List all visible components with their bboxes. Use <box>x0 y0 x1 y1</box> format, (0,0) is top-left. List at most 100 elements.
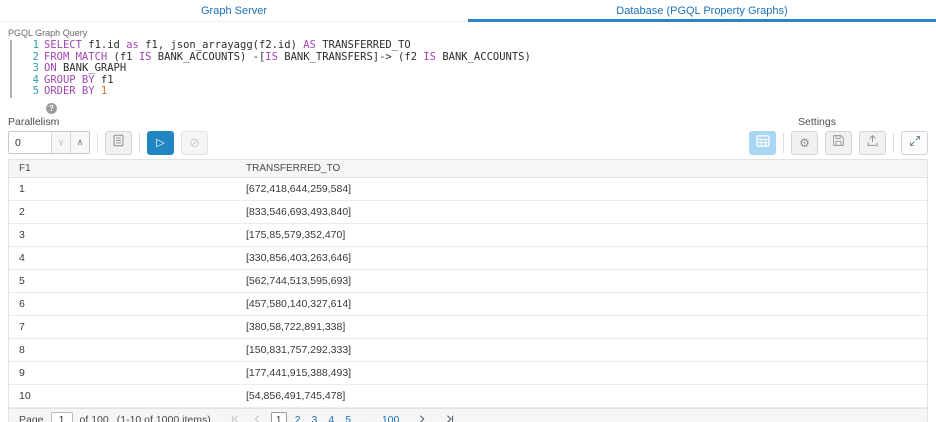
run-query-button[interactable]: ▷ <box>147 130 174 155</box>
expand-icon <box>909 134 921 152</box>
page-number[interactable]: 5 <box>345 414 351 422</box>
page-of-label: of 100 <box>79 414 109 422</box>
code-line: 2 FROM MATCH (f1 IS BANK_ACCOUNTS) -[IS B… <box>12 50 936 64</box>
stepper-increment-button[interactable]: ∧ <box>70 132 89 153</box>
page-number[interactable]: 2 <box>295 414 301 422</box>
table-row[interactable]: 6 [457,580,140,327,614] <box>9 292 927 316</box>
cell-f1: 10 <box>19 389 31 402</box>
page-ellipsis: ... <box>362 414 371 422</box>
page-list: 1 2 3 4 5... 100 <box>270 412 411 422</box>
table-view-button[interactable] <box>749 130 776 155</box>
settings-button[interactable]: ⚙ <box>791 130 818 155</box>
cell-f1: 1 <box>19 182 25 195</box>
column-header[interactable]: F1 <box>9 160 236 177</box>
chevron-down-icon: ∨ <box>57 137 65 147</box>
table-row[interactable]: 8 [150,831,757,292,333] <box>9 338 927 362</box>
help-icon[interactable]: ? <box>46 102 57 114</box>
code-line: 3 ON BANK_GRAPH <box>12 62 936 75</box>
last-page-button[interactable] <box>442 412 458 422</box>
cell-f1: 5 <box>19 274 25 287</box>
table-row[interactable]: 10 [54,856,491,745,478] <box>9 384 927 408</box>
cell-transferred-to: [54,856,491,745,478] <box>246 389 346 402</box>
table-row[interactable]: 5 [562,744,513,595,693] <box>9 269 927 293</box>
page-number[interactable]: 3 <box>312 414 318 422</box>
column-header[interactable]: TRANSFERRED_TO <box>236 160 927 177</box>
cell-transferred-to: [177,441,915,388,493] <box>246 366 352 379</box>
line-number: 4 <box>32 73 39 86</box>
divider <box>139 132 140 153</box>
pagination-bar: Page of 100 (1-10 of 1000 items) 12 3 4 5..… <box>8 407 928 422</box>
last-page-icon <box>445 414 455 422</box>
table-row[interactable]: 2 [833,546,693,493,840] <box>9 200 927 224</box>
next-page-button[interactable] <box>414 412 430 422</box>
cell-transferred-to: [150,831,757,292,333] <box>246 343 352 356</box>
code-line: 5 ORDER BY 1 <box>12 85 936 98</box>
maximize-button[interactable] <box>901 130 928 155</box>
cell-transferred-to: [833,546,693,493,840] <box>246 205 352 218</box>
chevron-left-icon <box>252 414 262 422</box>
list-icon <box>112 134 125 152</box>
divider <box>783 132 784 153</box>
upload-button[interactable] <box>859 130 886 155</box>
first-page-icon <box>230 414 240 422</box>
table-row[interactable]: 1 [672,418,644,259,584] <box>9 177 927 201</box>
page-input[interactable] <box>50 411 73 422</box>
cancel-icon: ⊘ <box>189 134 200 150</box>
first-page-button[interactable] <box>227 412 243 422</box>
editor-title: PGQL Graph Query <box>8 28 88 38</box>
parallelism-input[interactable] <box>9 132 51 153</box>
items-range-label: (1-10 of 1000 items) <box>116 414 211 422</box>
page-number[interactable]: 100 <box>382 414 400 422</box>
cell-f1: 4 <box>19 251 25 264</box>
chevron-right-icon <box>417 414 427 422</box>
cell-transferred-to: [380,58,722,891,338] <box>246 320 346 333</box>
stepper-decrement-button[interactable]: ∨ <box>51 132 70 153</box>
save-icon <box>832 134 845 152</box>
cell-transferred-to: [562,744,513,595,693] <box>246 274 352 287</box>
line-number: 1 <box>32 39 39 51</box>
tab-graph-server[interactable]: Graph Server <box>0 0 468 21</box>
table-row[interactable]: 7 [380,58,722,891,338] <box>9 315 927 339</box>
tab-database-pgql[interactable]: Database (PGQL Property Graphs) <box>468 0 936 22</box>
cell-transferred-to: [672,418,644,259,584] <box>246 182 352 195</box>
cell-f1: 7 <box>19 320 25 333</box>
pgql-code-editor[interactable]: 1 SELECT f1.id as f1, json_arrayagg(f2.id… <box>10 39 936 98</box>
cell-transferred-to: [175,85,579,352,470] <box>246 228 346 241</box>
chevron-up-icon: ∧ <box>76 137 84 147</box>
line-number: 2 <box>32 50 39 63</box>
code-line: 4 GROUP BY f1 <box>12 73 936 87</box>
table-row[interactable]: 3 [175,85,579,352,470] <box>9 223 927 247</box>
gear-icon: ⚙ <box>799 135 810 150</box>
cell-f1: 8 <box>19 343 25 356</box>
cell-f1: 2 <box>19 205 25 218</box>
line-number: 5 <box>32 85 39 97</box>
results-table: F1 TRANSFERRED_TO 1 [672,418,644,259,584] 2… <box>8 158 928 408</box>
table-body: 1 [672,418,644,259,584] 2 [833,546,693,493,… <box>9 177 927 408</box>
cell-transferred-to: [330,856,403,263,646] <box>246 251 352 264</box>
tab-bar: Graph Server Database (PGQL Property Gra… <box>0 0 936 22</box>
cancel-query-button[interactable]: ⊘ <box>181 130 208 155</box>
settings-label: Settings <box>798 115 836 128</box>
cell-f1: 9 <box>19 366 25 379</box>
parallelism-stepper: ∨ ∧ <box>8 131 90 154</box>
parallelism-label: Parallelism <box>8 115 60 128</box>
divider <box>893 132 894 153</box>
page-label: Page <box>19 414 44 422</box>
page-number[interactable]: 4 <box>328 414 334 422</box>
page-number[interactable]: 1 <box>270 412 287 422</box>
upload-icon <box>866 134 879 152</box>
line-number: 3 <box>32 62 39 74</box>
cell-f1: 6 <box>19 297 25 310</box>
save-button[interactable] <box>825 130 852 155</box>
play-icon: ▷ <box>156 137 165 149</box>
table-header-row: F1 TRANSFERRED_TO <box>9 159 927 178</box>
controls-row: ? Parallelism ∨ ∧ <box>8 102 928 155</box>
table-row[interactable]: 9 [177,441,915,388,493] <box>9 361 927 385</box>
divider <box>97 132 98 153</box>
cell-transferred-to: [457,580,140,327,614] <box>246 297 352 310</box>
table-row[interactable]: 4 [330,856,403,263,646] <box>9 246 927 270</box>
explain-plan-button[interactable] <box>105 130 132 155</box>
previous-page-button[interactable] <box>249 412 265 422</box>
table-icon <box>755 134 770 152</box>
cell-f1: 3 <box>19 228 25 241</box>
